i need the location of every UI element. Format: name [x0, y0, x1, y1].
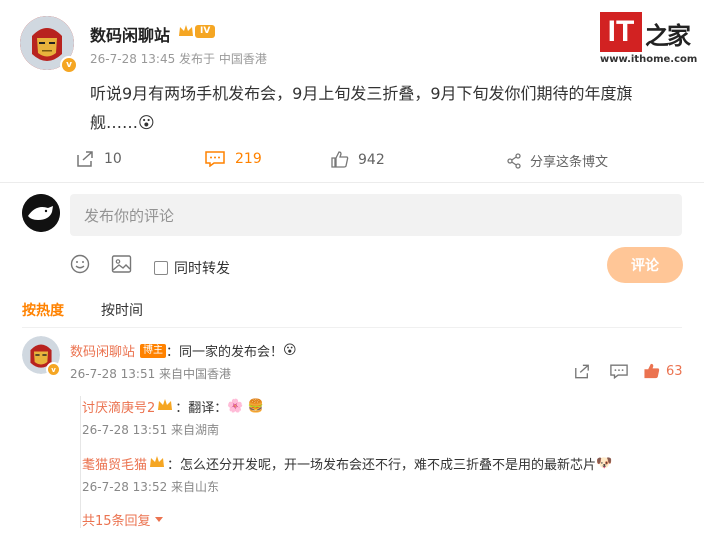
more-replies-label: 共15条回复 — [82, 514, 151, 529]
comment-meta: 26-7-28 13:51 来自中国香港 — [70, 367, 232, 381]
reply-text: ：翻译： — [175, 401, 228, 416]
submit-comment-button[interactable]: 评论 — [607, 247, 683, 283]
comment-input[interactable]: 发布你的评论 — [70, 194, 682, 236]
post-content-text: 舰…… — [90, 113, 139, 132]
comment-reply-button[interactable] — [610, 364, 628, 383]
sort-by-hot-tab[interactable]: 按热度 — [22, 300, 64, 320]
image-upload-button[interactable] — [111, 254, 132, 278]
thumbs-up-icon — [331, 151, 349, 168]
reply-meta: 26-7-28 13:52 来自山东 — [82, 480, 220, 494]
repost-count: 10 — [104, 151, 122, 167]
level-badge-label: IV — [195, 24, 216, 38]
share-icon — [507, 152, 521, 169]
user-avatar-icon — [22, 194, 60, 232]
divider — [0, 182, 704, 183]
comment-input-placeholder: 发布你的评论 — [84, 206, 175, 225]
reply-author-name[interactable]: 讨厌滴庚号2 — [82, 397, 155, 416]
emoji-picker-button[interactable] — [70, 254, 90, 278]
share-label: 分享这条博文 — [530, 155, 609, 170]
like-button[interactable]: 942 — [331, 151, 385, 168]
comment-text: ：同一家的发布会！ — [166, 345, 284, 360]
surprised-emoji: 😮 — [138, 113, 155, 132]
repost-checkbox-label: 同时转发 — [174, 261, 230, 277]
comment-like-count: 63 — [666, 363, 683, 379]
surprised-emoji: 😮 — [283, 343, 297, 358]
comment-icon — [610, 364, 628, 380]
sort-by-time-tab[interactable]: 按时间 — [101, 300, 143, 320]
reply-item: 耄猫贸毛猫 ：怎么还分开发呢，开一场发布会还不行，难不成三折叠不是用的最新芯片 … — [82, 454, 612, 473]
crown-icon — [149, 455, 165, 473]
logo-it: IT — [600, 12, 642, 52]
logo-home: 之家 — [645, 22, 691, 50]
repost-icon — [575, 364, 589, 379]
share-button[interactable]: 分享这条博文 — [506, 151, 608, 170]
comment-count: 219 — [235, 151, 262, 167]
smiley-icon — [70, 254, 90, 274]
comment-icon — [205, 151, 225, 167]
comment-repost-button[interactable] — [574, 364, 590, 383]
repost-icon — [77, 151, 93, 167]
post-meta: 26-7-28 13:45 发布于 中国香港 — [90, 52, 267, 66]
blogger-badge: 博主 — [140, 343, 167, 358]
checkbox[interactable] — [154, 261, 168, 275]
reply-emoji: 🌸 🍔 — [227, 399, 264, 414]
comment-like-button[interactable]: 63 — [644, 363, 683, 379]
crown-icon — [157, 398, 173, 416]
post-author-name[interactable]: 数码闲聊站 — [90, 22, 170, 46]
reply-meta: 26-7-28 13:51 来自湖南 — [82, 423, 220, 437]
caret-down-icon — [154, 516, 163, 522]
like-count: 942 — [358, 151, 385, 168]
verified-badge: v — [46, 362, 61, 377]
level-badge: IV — [178, 24, 216, 38]
reply-emoji: 🐶 — [596, 456, 613, 471]
thumbs-up-icon — [644, 363, 660, 379]
repost-checkbox[interactable]: 同时转发 — [154, 258, 230, 278]
more-replies-link[interactable]: 共15条回复 — [82, 510, 164, 529]
reply-text: ：怎么还分开发呢，开一场发布会还不行，难不成三折叠不是用的最新芯片 — [167, 458, 597, 473]
divider — [22, 327, 682, 328]
reply-thread-line — [80, 396, 81, 528]
comment-line: 数码闲聊站 博主 ：同一家的发布会！ 😮 — [70, 341, 297, 360]
post-content-line2: 舰……😮 — [90, 109, 155, 133]
crown-icon — [179, 25, 193, 36]
comment-author-name[interactable]: 数码闲聊站 — [70, 341, 135, 360]
comment-button[interactable]: 219 — [205, 151, 262, 167]
current-user-avatar[interactable] — [22, 194, 60, 232]
ithome-logo: IT 之家 www.ithome.com — [600, 12, 698, 72]
repost-button[interactable]: 10 — [76, 151, 122, 167]
logo-url: www.ithome.com — [600, 54, 698, 65]
reply-author-name[interactable]: 耄猫贸毛猫 — [82, 454, 147, 473]
post-content-line1: 听说9月有两场手机发布会，9月上旬发三折叠，9月下旬发你们期待的年度旗 — [90, 84, 633, 103]
verified-badge: v — [60, 56, 78, 74]
reply-item: 讨厌滴庚号2 ：翻译： 🌸 🍔 — [82, 397, 264, 416]
image-icon — [111, 255, 132, 273]
